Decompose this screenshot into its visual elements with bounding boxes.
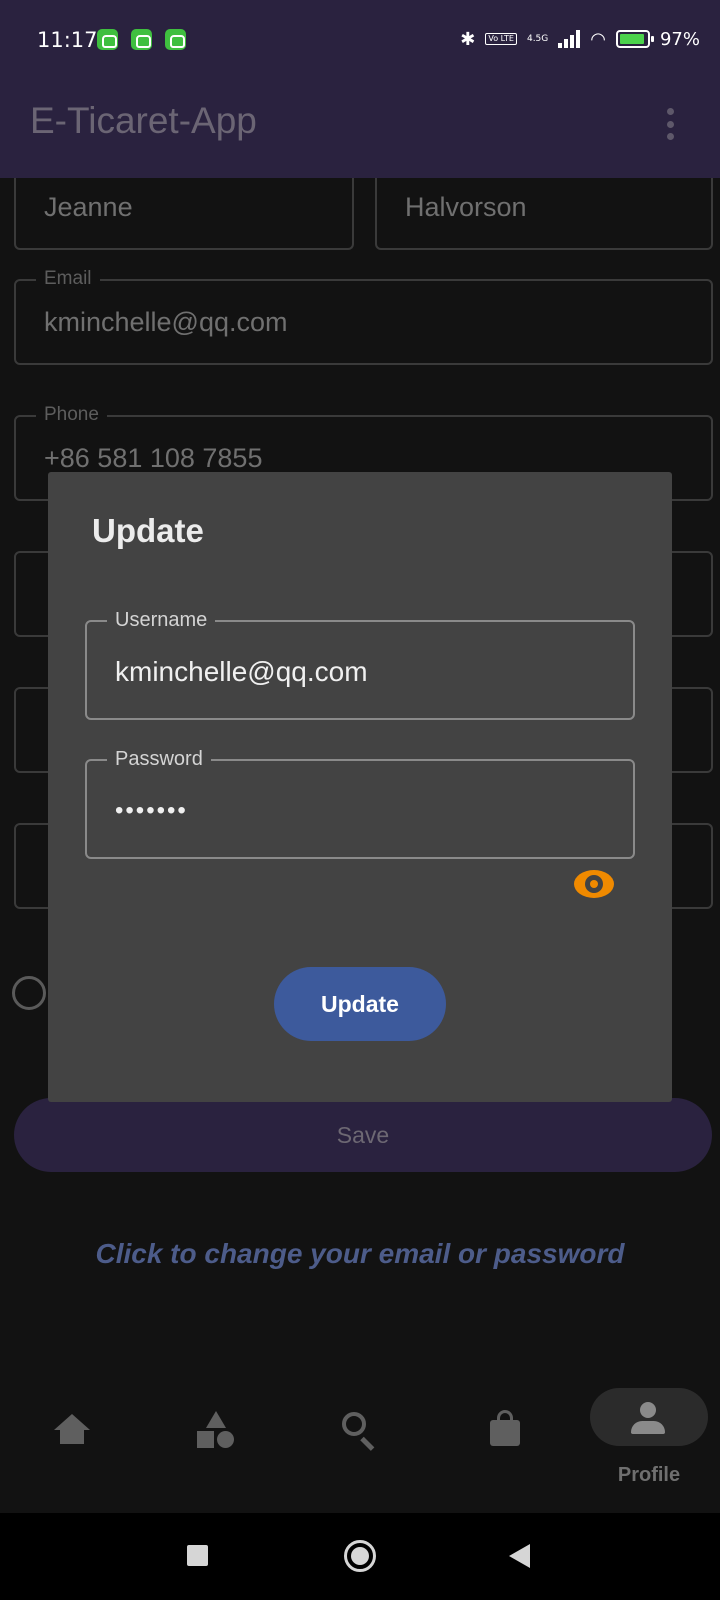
back-button[interactable] — [509, 1544, 530, 1568]
username-field[interactable]: Username kminchelle@qq.com — [85, 609, 635, 720]
network-type: 4.5G — [526, 33, 549, 44]
username-value: kminchelle@qq.com — [115, 656, 368, 687]
system-home-button[interactable] — [344, 1540, 376, 1572]
update-button[interactable]: Update — [274, 967, 446, 1041]
app-title: E-Ticaret-App — [30, 100, 257, 141]
status-time: 11:17 — [37, 28, 98, 52]
volte-icon: Vo LTE — [485, 33, 517, 45]
password-label: Password — [107, 748, 211, 771]
dialog-title: Update — [92, 512, 204, 549]
battery-percent: 97% — [659, 28, 700, 50]
app-notification-icon — [131, 29, 152, 50]
update-dialog: Update Username kminchelle@qq.com Passwo… — [48, 472, 672, 1102]
wifi-icon: ◠ — [590, 28, 606, 50]
signal-icon — [558, 30, 581, 48]
recent-apps-button[interactable] — [187, 1545, 208, 1566]
bluetooth-icon: ✱ — [460, 28, 476, 50]
status-bar: 11:17 ✱ Vo LTE 4.5G ◠ 97% — [0, 0, 720, 80]
eye-icon[interactable] — [574, 870, 614, 898]
overflow-menu-icon[interactable] — [660, 104, 680, 144]
app-bar: E-Ticaret-App — [0, 80, 720, 178]
app-notification-icon — [97, 29, 118, 50]
app-notification-icon — [165, 29, 186, 50]
battery-icon — [615, 30, 654, 48]
password-value: ••••••• — [115, 797, 188, 824]
password-field[interactable]: Password ••••••• — [85, 748, 635, 859]
username-label: Username — [107, 609, 216, 632]
